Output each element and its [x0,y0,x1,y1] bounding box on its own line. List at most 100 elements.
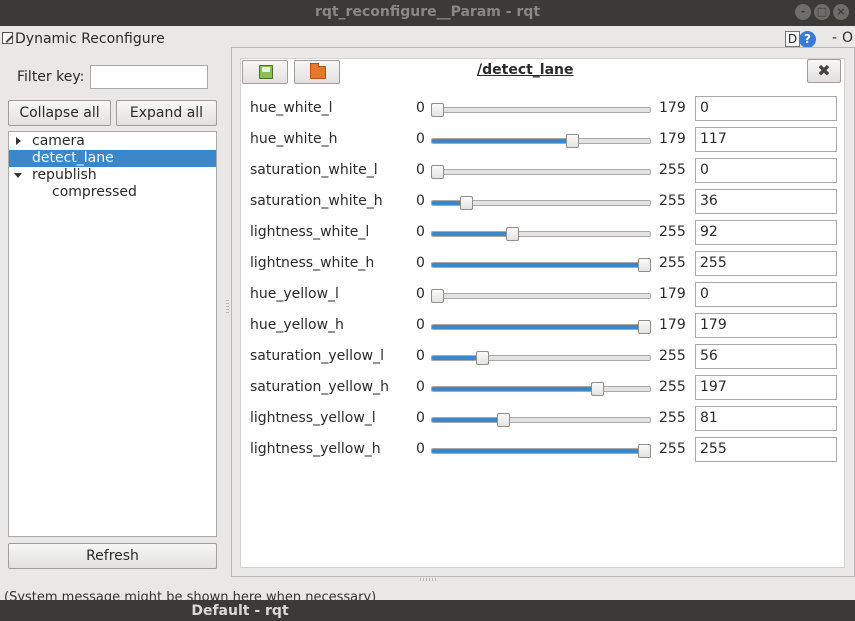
tree-item-label: republish [32,167,97,183]
param-max: 255 [659,410,686,426]
param-max: 255 [659,224,686,240]
collapse-all-button[interactable]: Collapse all [8,100,111,126]
dock-button[interactable]: D [785,31,800,47]
param-slider[interactable] [431,351,651,365]
param-min: 0 [416,441,425,457]
param-value-input[interactable]: 36 [695,189,837,214]
param-value-input[interactable]: 255 [695,437,837,462]
chevron-down-icon[interactable] [14,173,22,178]
param-value-input[interactable]: 56 [695,344,837,369]
status-message: (System message might be shown here when… [4,590,377,600]
param-row: lightness_yellow_h 0 255 255 [241,436,844,467]
param-slider[interactable] [431,196,651,210]
param-max: 255 [659,162,686,178]
load-button[interactable] [294,60,340,84]
help-icon[interactable]: ? [799,31,816,48]
param-max: 255 [659,441,686,457]
param-max: 255 [659,379,686,395]
param-min: 0 [416,255,425,271]
tree-item[interactable]: detect_lane [9,150,216,167]
slider-handle[interactable] [505,227,519,241]
slider-fill [432,263,643,267]
chevron-right-icon[interactable] [16,137,21,145]
param-max: 255 [659,193,686,209]
param-min: 0 [416,131,425,147]
param-slider[interactable] [431,165,651,179]
param-value-input[interactable]: 81 [695,406,837,431]
param-value-input[interactable]: 0 [695,158,837,183]
slider-handle[interactable] [431,103,444,117]
slider-handle[interactable] [431,165,444,179]
param-row: saturation_white_h 0 255 36 [241,188,844,219]
slider-handle[interactable] [460,196,474,210]
param-name: saturation_yellow_h [250,379,389,395]
param-slider[interactable] [431,382,651,396]
slider-handle[interactable] [431,289,444,303]
param-name: hue_white_h [250,131,338,147]
close-window-icon[interactable]: × [833,4,849,20]
slider-handle[interactable] [566,134,580,148]
param-slider[interactable] [431,227,651,241]
slider-fill [432,387,596,391]
param-value-input[interactable]: 0 [695,282,837,307]
expand-all-button[interactable]: Expand all [116,100,217,126]
param-slider[interactable] [431,258,651,272]
splitter-handle[interactable] [226,300,229,314]
slider-fill [432,449,643,453]
param-min: 0 [416,162,425,178]
refresh-button[interactable]: Refresh [8,543,217,569]
param-value-input[interactable]: 179 [695,313,837,338]
param-row: hue_yellow_h 0 179 179 [241,312,844,343]
slider-handle[interactable] [476,351,490,365]
node-tree[interactable]: camera detect_lane republish compressed [8,131,217,537]
param-max: 179 [659,100,686,116]
param-slider[interactable] [431,103,651,117]
slider-handle[interactable] [638,444,651,458]
close-node-button[interactable]: ✖ [807,59,841,83]
param-slider[interactable] [431,413,651,427]
slider-fill [432,418,502,422]
param-slider[interactable] [431,289,651,303]
param-value-input[interactable]: 117 [695,127,837,152]
filter-key-input[interactable] [90,65,208,89]
taskbar-tab[interactable]: Default - rqt [0,600,480,621]
param-slider[interactable] [431,134,651,148]
param-max: 179 [659,131,686,147]
slider-fill [432,232,511,236]
window-title: rqt_reconfigure__Param - rqt [314,4,541,20]
param-min: 0 [416,100,425,116]
save-button[interactable] [242,60,288,84]
param-name: lightness_yellow_h [250,441,381,457]
minimize-plugin-button[interactable]: - [832,30,837,46]
minimize-window-icon[interactable]: - [795,4,811,20]
slider-fill [432,325,643,329]
tree-item[interactable]: camera [9,133,216,150]
tree-item-label: detect_lane [32,150,114,166]
param-value-input[interactable]: 197 [695,375,837,400]
plugin-title: Dynamic Reconfigure [15,31,165,47]
param-value-input[interactable]: 255 [695,251,837,276]
param-name: saturation_white_h [250,193,383,209]
maximize-window-icon[interactable]: □ [814,4,830,20]
slider-handle[interactable] [496,413,510,427]
node-browser-panel: Filter key: Collapse all Expand all came… [0,50,228,580]
taskbar: Default - rqt [0,600,855,621]
close-plugin-button[interactable]: O [842,30,853,46]
param-slider[interactable] [431,320,651,334]
slider-handle[interactable] [638,258,651,272]
folder-open-icon [310,63,326,79]
param-min: 0 [416,193,425,209]
resize-grip[interactable] [420,578,436,581]
slider-fill [432,139,572,143]
slider-handle[interactable] [590,382,604,396]
filter-key-label: Filter key: [17,69,85,85]
param-slider[interactable] [431,444,651,458]
param-min: 0 [416,224,425,240]
param-value-input[interactable]: 0 [695,96,837,121]
tree-item[interactable]: compressed [9,184,216,201]
save-icon [259,65,273,79]
tree-item[interactable]: republish [9,167,216,184]
param-min: 0 [416,348,425,364]
param-value-input[interactable]: 92 [695,220,837,245]
slider-handle[interactable] [638,320,651,334]
